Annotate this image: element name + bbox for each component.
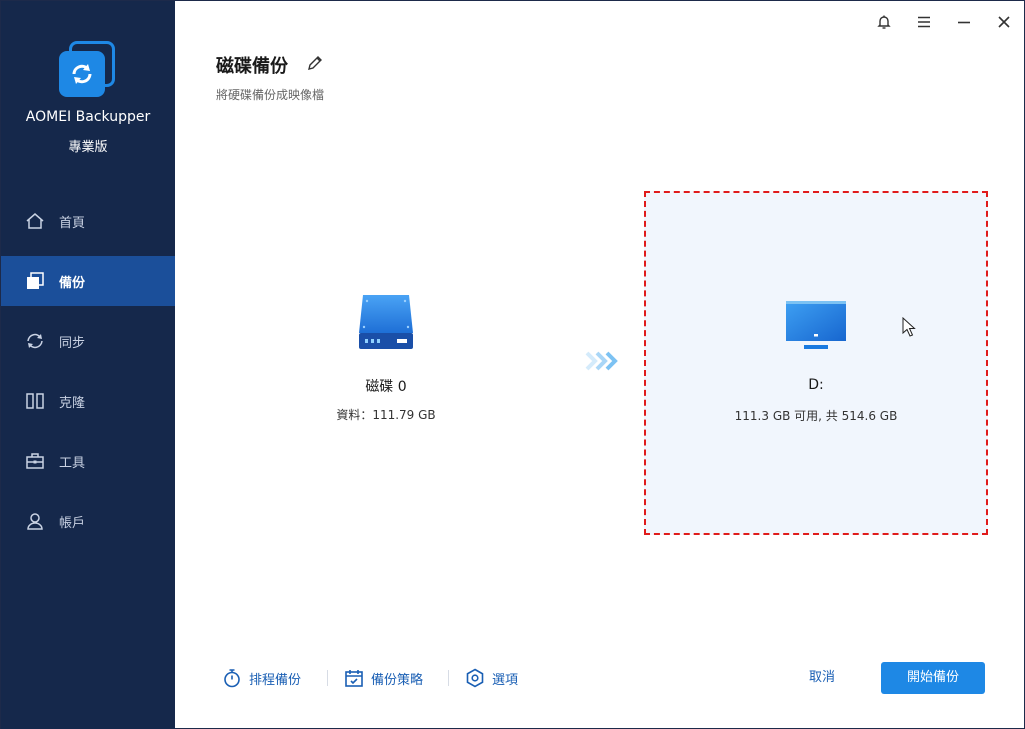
sidebar-item-label: 克隆 — [59, 395, 86, 411]
bell-icon — [877, 15, 891, 29]
divider — [327, 670, 328, 686]
toolbox-icon — [25, 451, 45, 471]
destination-info: 111.3 GB 可用, 共 514.6 GB — [734, 409, 898, 423]
page-subtitle: 將硬碟備份成映像檔 — [216, 88, 325, 102]
settings-hexagon-icon — [464, 667, 486, 689]
sidebar: AOMEI Backupper 專業版 首頁 備份 同步 克隆 工具 帳戶 — [1, 1, 175, 729]
source-disk-selector[interactable]: 磁碟 0 資料：111.79 GB — [291, 281, 481, 441]
sidebar-item-backup[interactable]: 備份 — [1, 256, 175, 306]
page-title: 磁碟備份 — [216, 56, 288, 77]
sidebar-item-label: 工具 — [59, 455, 86, 471]
refresh-logo-icon — [72, 64, 92, 84]
stopwatch-icon — [221, 667, 243, 689]
app-name: AOMEI Backupper — [25, 109, 151, 125]
app-logo — [59, 41, 117, 99]
sidebar-item-tools[interactable]: 工具 — [1, 436, 175, 486]
options-label: 選項 — [492, 672, 519, 688]
schedule-backup-button[interactable]: 排程備份 — [221, 666, 301, 690]
close-icon — [998, 16, 1010, 28]
backup-icon — [25, 271, 45, 291]
menu-button[interactable] — [913, 11, 935, 33]
hard-disk-icon — [359, 295, 413, 349]
backup-strategy-label: 備份策略 — [371, 672, 424, 688]
user-icon — [25, 511, 45, 531]
home-icon — [25, 211, 45, 231]
sidebar-item-label: 同步 — [59, 335, 86, 351]
sidebar-item-home[interactable]: 首頁 — [1, 196, 175, 246]
app-window: AOMEI Backupper 專業版 首頁 備份 同步 克隆 工具 帳戶 磁碟… — [0, 0, 1025, 729]
clone-icon — [25, 391, 45, 411]
destination-name: D: — [808, 377, 824, 393]
backup-strategy-button[interactable]: 備份策略 — [343, 666, 423, 690]
source-disk-info: 資料：111.79 GB — [336, 408, 436, 422]
sidebar-item-sync[interactable]: 同步 — [1, 316, 175, 366]
mouse-cursor-icon — [902, 317, 916, 337]
sidebar-item-label: 帳戶 — [59, 515, 86, 531]
sidebar-item-account[interactable]: 帳戶 — [1, 496, 175, 546]
menu-icon — [918, 16, 930, 28]
start-backup-button[interactable]: 開始備份 — [881, 662, 985, 694]
divider — [448, 670, 449, 686]
sidebar-item-label: 首頁 — [59, 215, 86, 231]
minimize-button[interactable] — [953, 11, 975, 33]
edit-task-name-button[interactable] — [306, 54, 324, 72]
sidebar-item-clone[interactable]: 克隆 — [1, 376, 175, 426]
destination-selector[interactable]: D: 111.3 GB 可用, 共 514.6 GB — [644, 191, 988, 535]
calendar-icon — [343, 667, 365, 689]
sync-icon — [25, 331, 45, 351]
monitor-icon — [786, 301, 846, 349]
schedule-backup-label: 排程備份 — [249, 672, 302, 688]
options-button[interactable]: 選項 — [464, 666, 518, 690]
direction-arrows-icon — [585, 351, 618, 371]
app-edition: 專業版 — [68, 140, 108, 155]
notification-button[interactable] — [873, 11, 895, 33]
sidebar-item-label: 備份 — [59, 275, 86, 291]
close-button[interactable] — [993, 11, 1015, 33]
source-disk-name: 磁碟 0 — [365, 379, 407, 395]
pencil-icon — [308, 56, 322, 70]
cancel-button[interactable]: 取消 — [791, 667, 853, 689]
minimize-icon — [958, 21, 970, 24]
